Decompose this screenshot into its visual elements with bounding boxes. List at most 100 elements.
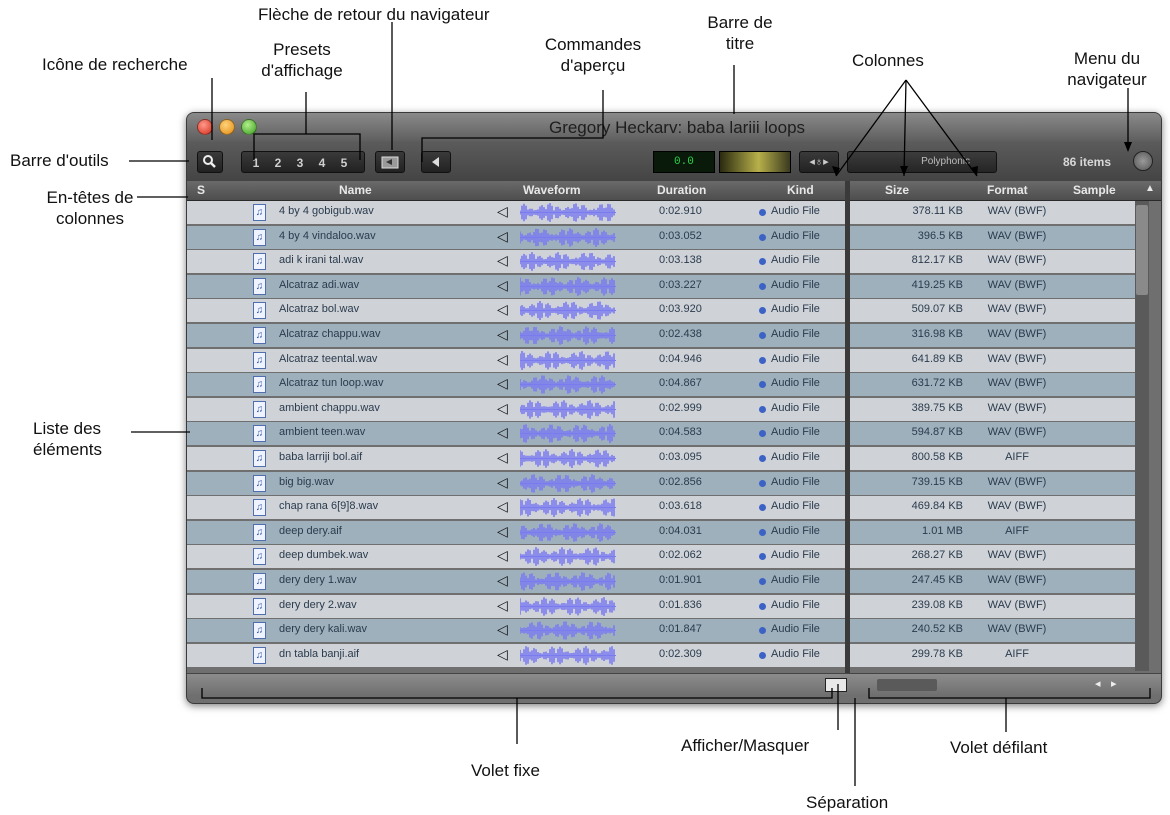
speaker-icon[interactable]: ◁: [497, 301, 508, 318]
list-item[interactable]: ♫ Alcatraz bol.wav ◁ 0:03.920 Audio File 509.…: [187, 299, 1147, 323]
file-kind: Audio File: [771, 524, 820, 537]
list-item[interactable]: ♫ dery dery kali.wav ◁ 0:01.847 Audio File 24…: [187, 619, 1147, 643]
file-size: 268.27 KB: [911, 549, 963, 562]
waveform: [520, 498, 616, 518]
waveform: [520, 596, 616, 616]
close-button[interactable]: [197, 119, 213, 135]
preset-4-button[interactable]: 4: [313, 154, 331, 172]
vertical-scrollbar[interactable]: [1135, 201, 1149, 671]
label-liste: Liste des éléments: [33, 419, 102, 459]
file-format: WAV (BWF): [987, 401, 1047, 414]
speaker-icon[interactable]: ◁: [497, 547, 508, 564]
preset-3-button[interactable]: 3: [291, 154, 309, 172]
file-duration: 0:04.583: [659, 426, 702, 439]
file-icon: ♫: [253, 646, 266, 664]
file-icon: ♫: [253, 204, 266, 221]
preview-play-button[interactable]: [421, 151, 451, 173]
list-item[interactable]: ♫ baba larriji bol.aif ◁ 0:03.095 Audio File…: [187, 447, 1147, 470]
list-item[interactable]: ♫ dery dery 1.wav ◁ 0:01.901 Audio File 247.4…: [187, 570, 1147, 593]
minimize-button[interactable]: [219, 119, 235, 135]
speaker-icon[interactable]: ◁: [497, 228, 508, 245]
speaker-icon[interactable]: ◁: [497, 449, 508, 466]
back-arrow-button[interactable]: [375, 151, 405, 173]
file-kind: Audio File: [771, 598, 820, 611]
list-item[interactable]: ♫ deep dumbek.wav ◁ 0:02.062 Audio File 268.2…: [187, 545, 1147, 569]
search-button[interactable]: [197, 151, 223, 173]
header-s[interactable]: S: [197, 183, 205, 197]
speaker-icon[interactable]: ◁: [497, 474, 508, 491]
list-item[interactable]: ♫ adi k irani tal.wav ◁ 0:03.138 Audio File 8…: [187, 250, 1147, 274]
list-item[interactable]: ♫ ambient teen.wav ◁ 0:04.583 Audio File 594.…: [187, 422, 1147, 446]
vertical-scroll-thumb[interactable]: [1136, 205, 1148, 295]
list-item[interactable]: ♫ 4 by 4 gobigub.wav ◁ 0:02.910 Audio File 37…: [187, 201, 1147, 224]
file-name: Alcatraz bol.wav: [279, 303, 360, 316]
list-item[interactable]: ♫ dn tabla banji.aif ◁ 0:02.309 Audio File 29…: [187, 643, 1147, 667]
list-item[interactable]: ♫ deep dery.aif ◁ 0:04.031 Audio File 1.01 MB…: [187, 520, 1147, 544]
header-sample[interactable]: Sample: [1073, 183, 1116, 197]
speaker-icon[interactable]: ◁: [497, 523, 508, 540]
list-item[interactable]: ♫ dery dery 2.wav ◁ 0:01.836 Audio File 239.0…: [187, 594, 1147, 618]
file-name: Alcatraz chappu.wav: [279, 328, 381, 340]
list-item[interactable]: ♫ chap rana 6[9]8.wav ◁ 0:03.618 Audio File 4…: [187, 496, 1147, 520]
file-format: WAV (BWF): [987, 574, 1047, 586]
speaker-icon[interactable]: ◁: [497, 400, 508, 417]
scroll-right-icon[interactable]: ▸: [1111, 677, 1117, 690]
speaker-icon[interactable]: ◁: [497, 621, 508, 638]
list-item[interactable]: ♫ Alcatraz adi.wav ◁ 0:03.227 Audio File 419.…: [187, 274, 1147, 298]
file-kind: Audio File: [771, 205, 820, 217]
file-name: ambient teen.wav: [279, 426, 366, 439]
list-item[interactable]: ♫ big big.wav ◁ 0:02.856 Audio File 739.15 KB…: [187, 471, 1147, 495]
audio-file-icon: [759, 627, 766, 635]
header-format[interactable]: Format: [987, 183, 1028, 197]
audio-file-icon: [759, 430, 766, 438]
file-duration: 0:02.438: [659, 328, 702, 340]
speaker-icon[interactable]: ◁: [497, 203, 508, 220]
speaker-icon[interactable]: ◁: [497, 351, 508, 368]
sort-arrow-icon[interactable]: ▲: [1145, 183, 1155, 194]
speaker-icon[interactable]: ◁: [497, 597, 508, 614]
speaker-icon[interactable]: ◁: [497, 277, 508, 294]
scroll-left-icon[interactable]: ◂: [1095, 677, 1101, 690]
list-item[interactable]: ♫ Alcatraz teental.wav ◁ 0:04.946 Audio File…: [187, 348, 1147, 372]
file-name: Alcatraz tun loop.wav: [279, 377, 384, 390]
list-item[interactable]: ♫ ambient chappu.wav ◁ 0:02.999 Audio File 38…: [187, 397, 1147, 421]
header-name[interactable]: Name: [339, 183, 372, 197]
list-item[interactable]: ♫ Alcatraz tun loop.wav ◁ 0:04.867 Audio Fil…: [187, 373, 1147, 397]
file-size: 739.15 KB: [911, 475, 963, 488]
file-format: WAV (BWF): [987, 205, 1047, 217]
preset-2-button[interactable]: 2: [269, 154, 287, 172]
waveform: [520, 449, 616, 468]
file-kind: Audio File: [771, 352, 820, 365]
speaker-icon[interactable]: ◁: [497, 326, 508, 343]
speaker-icon[interactable]: ◁: [497, 424, 508, 441]
waveform: [520, 572, 616, 591]
list-item[interactable]: ♫ 4 by 4 vindaloo.wav ◁ 0:03.052 Audio File 3…: [187, 225, 1147, 249]
meter-value: 0.0: [674, 156, 694, 168]
pane-separator[interactable]: [845, 181, 850, 673]
speaker-icon[interactable]: ◁: [497, 572, 508, 589]
polyphonic-selector[interactable]: Polyphonic: [847, 151, 997, 173]
header-waveform[interactable]: Waveform: [523, 183, 581, 197]
preset-1-button[interactable]: 1: [247, 154, 265, 172]
speaker-icon[interactable]: ◁: [497, 252, 508, 269]
horizontal-scroll-thumb[interactable]: [877, 679, 937, 691]
header-kind[interactable]: Kind: [787, 183, 814, 197]
preset-5-button[interactable]: 5: [335, 154, 353, 172]
speaker-icon[interactable]: ◁: [497, 646, 508, 663]
show-hide-toggle[interactable]: [825, 678, 847, 692]
list-item[interactable]: ♫ Alcatraz chappu.wav ◁ 0:02.438 Audio File 3…: [187, 324, 1147, 347]
preview-volume-control[interactable]: ◂♁▸: [799, 151, 839, 173]
title-bar[interactable]: Gregory Heckarv: baba lariii loops: [187, 113, 1161, 141]
file-kind: Audio File: [771, 401, 820, 414]
audio-file-icon: [759, 455, 766, 462]
audio-file-icon: [759, 553, 766, 561]
file-format: WAV (BWF): [987, 549, 1047, 562]
file-format: AIFF: [1005, 451, 1029, 463]
header-duration[interactable]: Duration: [657, 183, 706, 197]
speaker-icon[interactable]: ◁: [497, 375, 508, 392]
browser-menu-icon[interactable]: [1133, 151, 1153, 171]
file-duration: 0:02.062: [659, 549, 702, 562]
zoom-button[interactable]: [241, 119, 257, 135]
speaker-icon[interactable]: ◁: [497, 498, 508, 515]
header-size[interactable]: Size: [885, 183, 909, 197]
